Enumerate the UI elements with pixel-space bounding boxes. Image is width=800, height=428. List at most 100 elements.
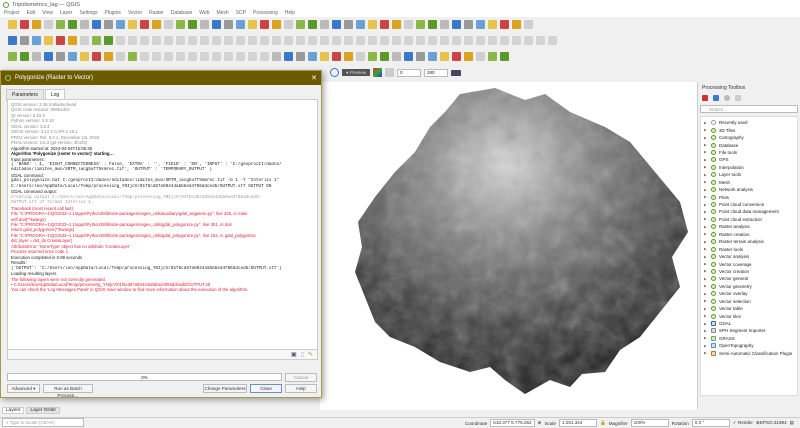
toolbar-icon[interactable]: [8, 20, 17, 29]
copy-log-icon[interactable]: ▯: [301, 351, 304, 358]
menu-settings[interactable]: Settings: [79, 10, 97, 16]
layer-icon[interactable]: [384, 68, 394, 77]
tab-layer-order[interactable]: Layer Order: [26, 407, 60, 414]
toolbar-icon[interactable]: [248, 20, 257, 29]
toolbox-item[interactable]: ▶ Vector selection: [701, 298, 797, 305]
expand-arrow-icon[interactable]: ▶: [704, 195, 708, 199]
toolbox-item[interactable]: ▶ Vector coverage: [701, 260, 797, 267]
expand-arrow-icon[interactable]: ▶: [704, 299, 708, 303]
menu-help[interactable]: Help: [285, 10, 295, 16]
toolbar-icon[interactable]: [500, 52, 509, 61]
toolbar-icon[interactable]: [536, 36, 545, 45]
menu-view[interactable]: View: [42, 10, 53, 16]
toolbar-icon[interactable]: [332, 36, 341, 45]
toolbar-icon[interactable]: [116, 20, 125, 29]
toolbox-item[interactable]: ▶ Vector analysis: [701, 253, 797, 260]
toolbar-icon[interactable]: [428, 36, 437, 45]
toolbar-icon[interactable]: [200, 20, 209, 29]
expand-arrow-icon[interactable]: ▶: [704, 136, 708, 140]
toolbar-icon[interactable]: [56, 36, 65, 45]
expand-arrow-icon[interactable]: ▶: [704, 351, 708, 355]
crs-button[interactable]: ⊕EPSG:31984: [756, 420, 787, 426]
toolbar-icon[interactable]: [428, 52, 437, 61]
toolbox-item[interactable]: ▶ GPS: [701, 156, 797, 163]
menu-database[interactable]: Database: [171, 10, 192, 16]
toolbar-icon[interactable]: [308, 52, 317, 61]
toolbar-icon[interactable]: [416, 20, 425, 29]
change-parameters-button[interactable]: Change Parameters: [203, 384, 247, 393]
help-button[interactable]: Help: [285, 384, 317, 393]
cancel-button[interactable]: Cancel: [285, 373, 317, 382]
toolbar-icon[interactable]: [356, 52, 365, 61]
toolbar-icon[interactable]: [452, 52, 461, 61]
toolbox-item[interactable]: ▶ Raster tools: [701, 245, 797, 252]
expand-arrow-icon[interactable]: ▶: [704, 165, 708, 169]
toolbox-item[interactable]: ▶ Recently used: [701, 119, 797, 126]
toolbar-icon[interactable]: [320, 36, 329, 45]
close-button[interactable]: Close: [250, 384, 282, 393]
toolbox-item[interactable]: ▶ Mesh: [701, 179, 797, 186]
toolbar-icon[interactable]: [20, 36, 29, 45]
toolbar-icon[interactable]: [440, 36, 449, 45]
toolbar-icon[interactable]: [476, 20, 485, 29]
toolbar-icon[interactable]: [284, 36, 293, 45]
expand-arrow-icon[interactable]: ▶: [704, 322, 708, 326]
expand-arrow-icon[interactable]: ▶: [704, 173, 708, 177]
toolbar-icon[interactable]: [224, 36, 233, 45]
expand-arrow-icon[interactable]: ▶: [704, 284, 708, 288]
toolbar-icon[interactable]: [260, 20, 269, 29]
expand-arrow-icon[interactable]: ▶: [704, 203, 708, 207]
toolbar-icon[interactable]: [368, 52, 377, 61]
toolbox-item[interactable]: ▶ Plots: [701, 193, 797, 200]
toolbar-icon[interactable]: [56, 52, 65, 61]
toolbar-icon[interactable]: [140, 52, 149, 61]
models-icon[interactable]: [702, 95, 708, 101]
toolbar-icon[interactable]: [464, 20, 473, 29]
toolbar-icon[interactable]: [20, 20, 29, 29]
expand-arrow-icon[interactable]: ▶: [704, 255, 708, 259]
toolbox-item[interactable]: ▶ Vector table: [701, 305, 797, 312]
max-value-input[interactable]: 280: [423, 68, 448, 77]
toolbar-icon[interactable]: [368, 36, 377, 45]
save-log-icon[interactable]: ▣: [291, 351, 297, 358]
toolbar-icon[interactable]: [164, 52, 173, 61]
toolbar-icon[interactable]: [296, 52, 305, 61]
toolbar-icon[interactable]: [488, 36, 497, 45]
toolbar-icon[interactable]: [56, 20, 65, 29]
toolbar-icon[interactable]: [404, 36, 413, 45]
toolbar-icon[interactable]: [104, 20, 113, 29]
python-icon[interactable]: [713, 95, 719, 101]
expand-arrow-icon[interactable]: ▶: [704, 121, 708, 125]
toolbar-icon[interactable]: [188, 36, 197, 45]
toolbar-icon[interactable]: [524, 36, 533, 45]
toolbar-icon[interactable]: [284, 20, 293, 29]
toolbar-icon[interactable]: [416, 52, 425, 61]
toolbar-icon[interactable]: [392, 36, 401, 45]
toolbar-icon[interactable]: [344, 52, 353, 61]
toolbox-item[interactable]: ▶ Semi-Automatic Classification Plugin: [701, 350, 797, 357]
toolbar-icon[interactable]: [80, 20, 89, 29]
toolbar-icon[interactable]: [8, 52, 17, 61]
toolbar-icon[interactable]: [248, 36, 257, 45]
toolbox-item[interactable]: ▶ Point cloud extraction: [701, 216, 797, 223]
expand-arrow-icon[interactable]: ▶: [704, 232, 708, 236]
menu-layer[interactable]: Layer: [60, 10, 73, 16]
toolbar-icon[interactable]: [260, 52, 269, 61]
menu-scp[interactable]: SCP: [236, 10, 246, 16]
toolbar-icon[interactable]: [500, 36, 509, 45]
magnifier-field[interactable]: 100%: [630, 419, 669, 427]
toolbox-item[interactable]: ▶ OpenTopography: [701, 342, 797, 349]
toolbar-icon[interactable]: [152, 52, 161, 61]
histogram-icon[interactable]: [450, 69, 461, 76]
expand-arrow-icon[interactable]: ▶: [704, 180, 708, 184]
toolbar-icon[interactable]: [80, 36, 89, 45]
toolbar-icon[interactable]: [320, 52, 329, 61]
toolbar-icon[interactable]: [368, 20, 377, 29]
toolbar-icon[interactable]: [176, 36, 185, 45]
menu-project[interactable]: Project: [4, 10, 20, 16]
toolbar-icon[interactable]: [44, 36, 53, 45]
toolbox-item[interactable]: ▶ Raster analysis: [701, 223, 797, 230]
toolbar-icon[interactable]: [164, 20, 173, 29]
toolbar-icon[interactable]: [92, 36, 101, 45]
toolbar-icon[interactable]: [152, 20, 161, 29]
